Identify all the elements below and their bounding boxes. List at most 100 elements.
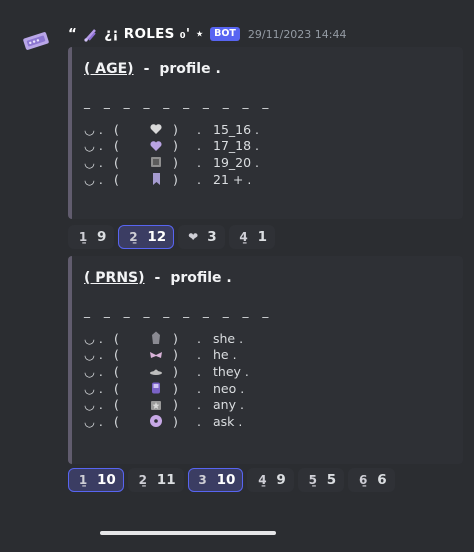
close-paren: ): [173, 380, 178, 396]
role-icon: [139, 139, 173, 153]
bot-avatar[interactable]: [20, 30, 52, 52]
title-dash: -: [143, 61, 150, 77]
reaction-button[interactable]: 3 10: [187, 468, 244, 492]
role-row: ◡ . (). any .: [84, 396, 463, 413]
author-prefix: “: [68, 26, 78, 42]
title-dash: -: [154, 270, 161, 286]
embed-age: ( AGE) - profile . _ _ _ _ _ _ _ _ _ _ ◡…: [68, 47, 463, 219]
close-paren: ): [173, 138, 178, 154]
close-paren: ): [173, 121, 178, 137]
role-label: neo .: [213, 380, 245, 396]
hat-icon: [150, 369, 162, 376]
close-paren: ): [173, 397, 178, 413]
role-row: ◡ . (). he .: [84, 347, 463, 364]
reaction-button[interactable]: 1̱ 10: [68, 468, 124, 492]
row-lead: ◡ .: [84, 154, 103, 170]
role-icon: [139, 381, 173, 395]
open-paren: (: [114, 121, 119, 137]
open-paren: (: [114, 171, 119, 187]
role-label: 21 + .: [213, 171, 252, 187]
role-row: ◡ . (). she .: [84, 330, 463, 347]
role-label: 19_20 .: [213, 154, 260, 170]
row-lead: ◡ .: [84, 347, 103, 363]
role-label: they .: [213, 363, 249, 379]
reaction-emoji-icon: 1̱: [78, 230, 88, 244]
purple-heart-icon: [150, 141, 162, 151]
role-icon: [139, 155, 173, 169]
message-header: “ ¿¡ ROLES ₀' ⋆ BOT 29/11/2023 14:44: [68, 25, 347, 43]
role-label: any .: [213, 397, 244, 413]
close-paren: ): [173, 347, 178, 363]
row-dot: .: [197, 171, 201, 187]
reaction-button[interactable]: 2̱ 11: [127, 468, 184, 492]
role-list: ◡ .(). 15_16 . ◡ .(). 17_18 . ◡ .(). 19_20 . ◡…: [84, 121, 463, 187]
open-paren: (: [114, 363, 119, 379]
reactions-age: 1̱ 9 2̱ 12 ❤ 3 4̱ 1: [68, 225, 276, 249]
row-lead: ◡ .: [84, 171, 103, 187]
reaction-count: 10: [97, 472, 116, 488]
role-icon: [139, 172, 173, 186]
role-icon: [139, 331, 173, 345]
reaction-button[interactable]: ❤ 3: [178, 225, 225, 249]
row-dot: .: [197, 330, 201, 346]
role-icon: [139, 348, 173, 362]
open-paren: (: [114, 380, 119, 396]
row-dot: .: [197, 347, 201, 363]
row-dot: .: [197, 138, 201, 154]
embed-title: ( PRNS) - profile .: [84, 268, 463, 288]
role-label: she .: [213, 330, 244, 346]
row-dot: .: [197, 154, 201, 170]
role-row: ◡ . (). 21 + .: [84, 171, 463, 188]
divider: _ _ _ _ _ _ _ _ _ _: [84, 304, 274, 318]
reaction-emoji-icon: 5̱: [308, 473, 317, 487]
close-paren: ): [173, 154, 178, 170]
author-name[interactable]: “ ¿¡ ROLES ₀' ⋆: [68, 26, 204, 42]
row-dot: .: [197, 363, 201, 379]
scrollbar[interactable]: [100, 531, 276, 535]
row-lead: ◡ .: [84, 121, 103, 137]
reaction-count: 12: [147, 229, 167, 245]
reaction-emoji-icon: 6̱: [359, 473, 368, 487]
close-paren: ): [173, 330, 178, 346]
role-label: 17_18 .: [213, 138, 260, 154]
reaction-emoji-icon: 4̱: [239, 230, 248, 244]
open-paren: (: [114, 154, 119, 170]
ribbon-icon: [150, 351, 162, 358]
role-label: ask .: [213, 413, 243, 429]
divider: _ _ _ _ _ _ _ _ _ _: [84, 95, 274, 109]
reaction-button[interactable]: 1̱ 9: [68, 225, 115, 249]
bookmark-icon: [153, 173, 160, 186]
open-paren: (: [114, 138, 119, 154]
device-icon: [152, 382, 160, 394]
row-dot: .: [197, 121, 201, 137]
reaction-emoji-icon: 1̱: [78, 473, 88, 487]
title-rest: profile .: [170, 270, 232, 286]
role-row: ◡ . (). 15_16 .: [84, 121, 463, 138]
row-dot: .: [197, 413, 201, 429]
close-paren: ): [173, 171, 178, 187]
reaction-button[interactable]: 5̱ 5: [297, 468, 345, 492]
reaction-count: 6: [377, 472, 387, 488]
ticket-icon: [23, 32, 49, 50]
reaction-count: 3: [207, 229, 217, 245]
row-lead: ◡ .: [84, 138, 103, 154]
row-lead: ◡ .: [84, 330, 103, 346]
title-rest: profile .: [159, 61, 221, 77]
timestamp[interactable]: 29/11/2023 14:44: [248, 28, 347, 41]
open-paren: (: [114, 397, 119, 413]
role-row: ◡ . (). ask .: [84, 413, 463, 430]
reaction-button[interactable]: 6̱ 6: [348, 468, 395, 492]
reaction-count: 9: [276, 472, 286, 488]
role-icon: [139, 364, 173, 378]
reaction-button[interactable]: 4̱ 1: [228, 225, 276, 249]
reaction-button[interactable]: 4̱ 9: [247, 468, 294, 492]
row-lead: ◡ .: [84, 397, 103, 413]
reaction-button[interactable]: 2̱ 12: [118, 225, 175, 249]
frame-icon: [151, 157, 161, 168]
reactions-prns: 1̱ 10 2̱ 11 3 10 4̱ 9 5̱ 5 6̱ 6: [68, 468, 395, 492]
embed-prns: ( PRNS) - profile . _ _ _ _ _ _ _ _ _ _ …: [68, 256, 463, 464]
open-paren: (: [114, 330, 119, 346]
glass-heart-icon: [150, 124, 162, 135]
reaction-emoji-icon: 3: [198, 473, 207, 487]
role-row: ◡ . (). neo .: [84, 380, 463, 397]
